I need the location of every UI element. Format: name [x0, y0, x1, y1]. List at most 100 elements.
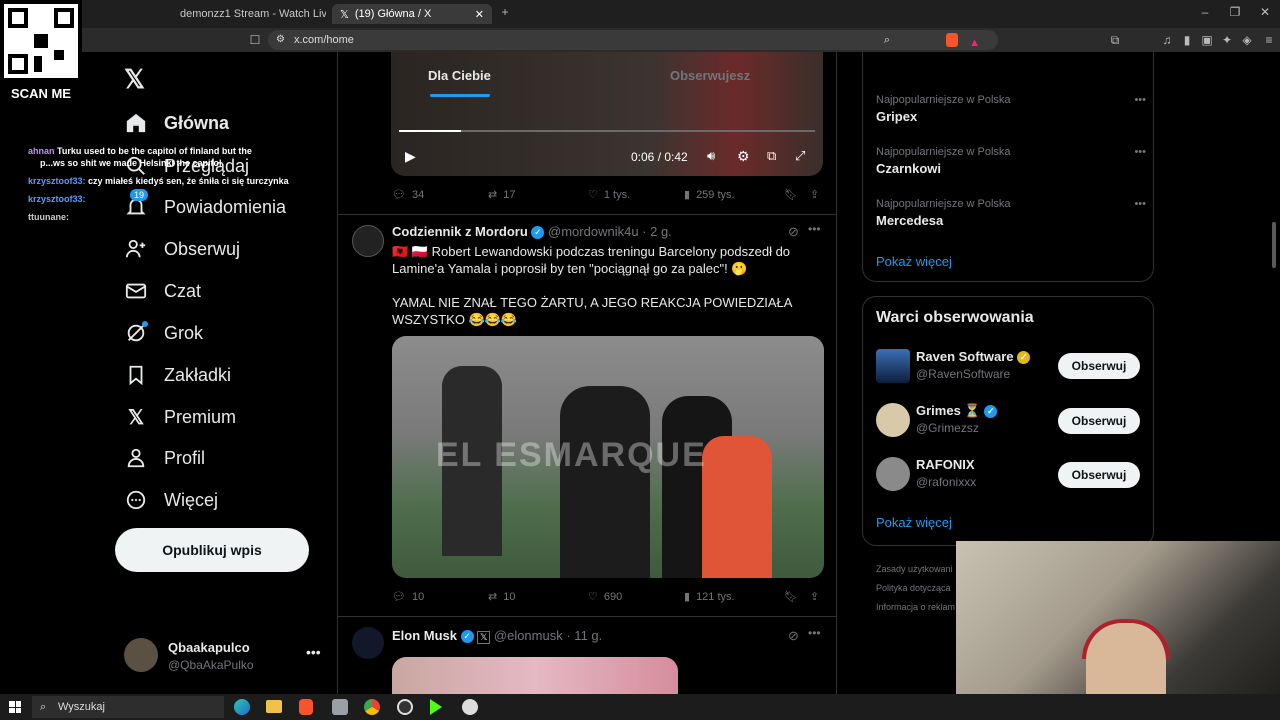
share-button[interactable]: ⇪ [810, 590, 819, 603]
tab-dla-ciebie[interactable]: Dla Ciebie [428, 68, 491, 83]
trend-item[interactable]: Najpopularniejsze w Polska Mercedesa ••• [876, 198, 1146, 228]
qr-image [4, 4, 78, 78]
account-switcher[interactable]: Qbaakapulco @QbaAkaPulko ••• [124, 638, 324, 674]
reply-button[interactable]: 💬︎ 34 [392, 188, 424, 202]
page-scrollbar[interactable] [1272, 222, 1276, 268]
taskbar-search[interactable]: ⌕ Wyszukaj [32, 696, 224, 718]
views-button[interactable]: ▮ 259 tys. [684, 188, 735, 202]
brave-shield-icon[interactable] [946, 33, 958, 47]
tweet[interactable]: Elon Musk ✓ 𝕏 @elonmusk · 11 g. ⊘ ••• [338, 617, 836, 694]
obs-icon[interactable] [397, 699, 413, 715]
site-info-icon[interactable]: ⚙ [276, 30, 285, 50]
more-dots-icon[interactable]: ••• [306, 644, 321, 660]
tweet-media[interactable] [392, 657, 678, 694]
brave-icon[interactable] [299, 699, 313, 715]
wallet-icon[interactable]: ▣ [1200, 33, 1214, 47]
nav-follow[interactable]: Obserwuj [124, 231, 240, 267]
nav-chat[interactable]: Czat [124, 273, 201, 309]
brave-rewards-icon[interactable]: ▲ [969, 33, 980, 53]
restore-icon[interactable]: ❐ [1228, 5, 1242, 19]
reply-button[interactable]: 💬︎ 10 [392, 590, 424, 604]
tweet[interactable]: Codziennik z Mordoru ✓ @mordownik4u · 2 … [338, 215, 836, 615]
app-icon[interactable] [332, 699, 348, 715]
browser-tab-bar: demonzz1 Stream - Watch Live on K 𝕏 (19)… [0, 0, 1280, 28]
bookmark-tweet-button[interactable]: 🔖︎ [784, 188, 798, 201]
more-dots-icon[interactable]: ••• [808, 626, 821, 640]
footer-link[interactable]: Informacja o reklam [876, 598, 955, 617]
grok-icon[interactable]: ⊘ [788, 224, 799, 240]
trend-item[interactable]: Najpopularniejsze w Polska Czarnkowi ••• [876, 146, 1146, 176]
follow-button[interactable]: Obserwuj [1058, 353, 1140, 379]
fullscreen-icon[interactable]: ⤢ [795, 148, 805, 164]
close-tab-icon[interactable]: ✕ [475, 8, 484, 21]
bookmark-icon[interactable]: ☐ [248, 33, 262, 47]
nav-bookmarks[interactable]: Zakładki [124, 357, 231, 393]
author-handle[interactable]: @elonmusk [494, 628, 563, 643]
more-dots-icon[interactable]: ••• [1134, 198, 1146, 210]
volume-icon[interactable]: 🔊︎ [707, 148, 715, 164]
avatar[interactable] [352, 225, 384, 257]
like-button[interactable]: ♡ 1 tys. [588, 188, 630, 202]
new-tab-icon[interactable]: + [498, 5, 512, 19]
nav-profile[interactable]: Profil [124, 440, 205, 476]
windows-start-icon[interactable] [9, 701, 21, 713]
show-more-link[interactable]: Pokaż więcej [876, 515, 952, 530]
more-dots-icon[interactable]: ••• [1134, 94, 1146, 106]
footer-link[interactable]: Polityka dotycząca [876, 579, 955, 598]
play-icon[interactable]: ▶ [405, 148, 416, 165]
sidebar-icon[interactable]: ▮ [1180, 33, 1194, 47]
views-button[interactable]: ▮ 121 tys. [684, 590, 735, 604]
follow-button[interactable]: Obserwuj [1058, 462, 1140, 488]
show-more-link[interactable]: Pokaż więcej [876, 254, 952, 269]
trend-item[interactable]: Najpopularniejsze w Polska Gripex ••• [876, 94, 1146, 124]
avatar[interactable] [352, 627, 384, 659]
minimize-icon[interactable]: – [1198, 5, 1212, 19]
share-button[interactable]: ⇪ [810, 188, 819, 201]
chrome-icon[interactable] [364, 699, 380, 715]
grok-icon[interactable]: ⊘ [788, 628, 799, 644]
author-handle[interactable]: @mordownik4u [548, 224, 639, 239]
app-icon[interactable] [462, 699, 478, 715]
tab-x-home[interactable]: 𝕏 (19) Główna / X ✕ [332, 4, 492, 24]
post-button[interactable]: Opublikuj wpis [115, 528, 309, 572]
music-icon[interactable]: ♫ [1160, 33, 1174, 47]
close-window-icon[interactable]: ✕ [1258, 5, 1272, 19]
suggestion-handle: @Grimezsz [916, 421, 979, 435]
footer-link[interactable]: Zasady użytkowani [876, 560, 955, 579]
file-explorer-icon[interactable] [266, 700, 282, 713]
taskbar-search-text: Wyszukaj [58, 701, 105, 713]
zoom-icon[interactable]: ⌕ [884, 30, 890, 50]
bookmark-tweet-button[interactable]: 🔖︎ [784, 590, 798, 603]
nav-premium[interactable]: 𝕏 Premium [124, 399, 236, 435]
like-button[interactable]: ♡ 690 [588, 590, 622, 604]
tweet-media[interactable]: EL ESMARQUE [392, 336, 824, 578]
suggestion-handle: @RavenSoftware [916, 367, 1011, 381]
author-name[interactable]: Elon Musk [392, 628, 457, 643]
extensions-icon[interactable]: ⧉ [1108, 33, 1122, 47]
retweet-button[interactable]: ⇄ 10 [488, 590, 515, 604]
pip-icon[interactable]: ⧉ [767, 148, 776, 164]
more-dots-icon[interactable]: ••• [1134, 146, 1146, 158]
settings-icon[interactable]: ⚙ [737, 148, 750, 165]
vpn-icon[interactable]: ◈ [1240, 33, 1254, 47]
follow-button[interactable]: Obserwuj [1058, 408, 1140, 434]
nav-more[interactable]: Więcej [124, 482, 218, 518]
video-progress-track[interactable] [399, 130, 815, 132]
more-dots-icon[interactable]: ••• [808, 222, 821, 236]
menu-icon[interactable]: ≡ [1262, 33, 1276, 47]
nav-grok[interactable]: Grok [124, 315, 203, 351]
edge-icon[interactable] [234, 699, 250, 715]
nav-home[interactable]: Główna [124, 105, 229, 141]
tweet-time[interactable]: · 11 g. [566, 628, 602, 643]
tab-obserwujesz[interactable]: Obserwujesz [670, 68, 750, 83]
tab-kick-stream[interactable]: demonzz1 Stream - Watch Live on K [166, 4, 326, 24]
kick-app-icon[interactable] [430, 699, 442, 715]
url-field[interactable]: ⚙ x.com/home ⌕ ▲ [268, 30, 998, 50]
tweet-time[interactable]: · 2 g. [642, 224, 672, 239]
chat-text: Turku used to be the capitol of finland … [57, 146, 252, 156]
author-name[interactable]: Codziennik z Mordoru [392, 224, 528, 239]
x-logo[interactable]: 𝕏 [124, 64, 145, 95]
retweet-button[interactable]: ⇄ 17 [488, 188, 515, 202]
leo-icon[interactable]: ✦ [1220, 33, 1234, 47]
windows-taskbar: ⌕ Wyszukaj [0, 694, 1280, 720]
